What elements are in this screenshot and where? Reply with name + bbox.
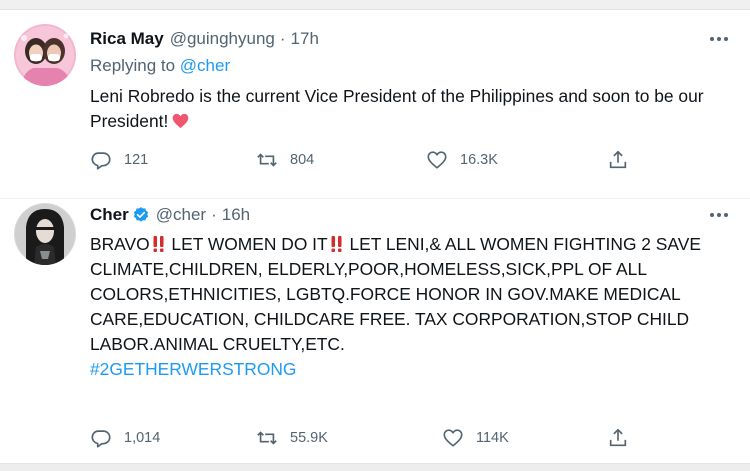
tweet-body-part: BRAVO xyxy=(90,234,150,254)
bottom-frame-strip xyxy=(0,463,750,471)
reply-count: 121 xyxy=(124,152,149,168)
retweet-icon xyxy=(257,431,277,445)
share-button[interactable] xyxy=(607,148,629,172)
double-exclamation-emoji-icon xyxy=(329,234,344,252)
retweet-button[interactable]: 804 xyxy=(256,148,314,172)
like-icon xyxy=(427,151,447,169)
reply-button[interactable]: 1,014 xyxy=(90,426,160,450)
replying-to-mention[interactable]: @cher xyxy=(180,56,230,75)
reply-count: 1,014 xyxy=(124,430,161,446)
tweet-header: Cher @cher · 16h xyxy=(90,204,250,226)
double-exclamation-emoji-icon xyxy=(151,234,166,252)
like-count: 114K xyxy=(476,430,509,446)
share-icon xyxy=(609,150,627,169)
action-bar: 121 804 16.3K xyxy=(90,148,650,172)
handle[interactable]: @guinghyung xyxy=(170,29,275,49)
avatar[interactable] xyxy=(14,203,76,265)
separator-dot: · xyxy=(211,205,217,224)
verified-badge-icon xyxy=(132,206,150,224)
reply-tweet[interactable]: Rica May @guinghyung · 17h Replying to @… xyxy=(0,10,750,199)
like-count: 16.3K xyxy=(460,152,498,168)
retweet-count: 804 xyxy=(290,152,315,168)
retweet-button[interactable]: 55.9K xyxy=(256,426,328,450)
more-dots-icon[interactable] xyxy=(706,206,732,224)
replying-to-label: Replying to xyxy=(90,56,176,75)
hashtag-link[interactable]: #2GETHERWERSTRONG xyxy=(90,359,296,379)
timestamp[interactable]: 16h xyxy=(222,205,250,225)
top-frame-strip xyxy=(0,0,750,10)
heart-emoji-icon xyxy=(172,111,189,129)
display-name[interactable]: Cher xyxy=(90,205,129,225)
like-icon xyxy=(443,429,463,447)
action-bar: 1,014 55.9K 114K xyxy=(90,426,650,450)
share-button[interactable] xyxy=(607,426,629,450)
retweet-icon xyxy=(257,153,277,167)
share-icon xyxy=(609,428,627,447)
reply-icon xyxy=(91,430,111,448)
reply-tweet[interactable]: Cher @cher · 16h BRAVO LET WOMEN DO IT L… xyxy=(0,199,750,463)
avatar[interactable] xyxy=(14,24,76,86)
reply-button[interactable]: 121 xyxy=(90,148,148,172)
handle[interactable]: @cher xyxy=(156,205,206,225)
tweet-body-part: LET WOMEN DO IT xyxy=(166,234,328,254)
like-button[interactable]: 16.3K xyxy=(426,148,498,172)
retweet-count: 55.9K xyxy=(290,430,328,446)
tweet-text: Leni Robredo is the current Vice Preside… xyxy=(90,84,740,134)
replying-to: Replying to @cher xyxy=(90,56,230,76)
separator-dot: · xyxy=(279,29,286,48)
more-dots-icon[interactable] xyxy=(706,30,732,48)
timestamp[interactable]: 17h xyxy=(291,29,319,49)
like-button[interactable]: 114K xyxy=(442,426,509,450)
reply-icon xyxy=(91,152,111,170)
display-name[interactable]: Rica May xyxy=(90,29,164,49)
tweet-text: BRAVO LET WOMEN DO IT LET LENI,& ALL WOM… xyxy=(90,232,710,382)
tweet-header: Rica May @guinghyung · 17h xyxy=(90,28,319,50)
